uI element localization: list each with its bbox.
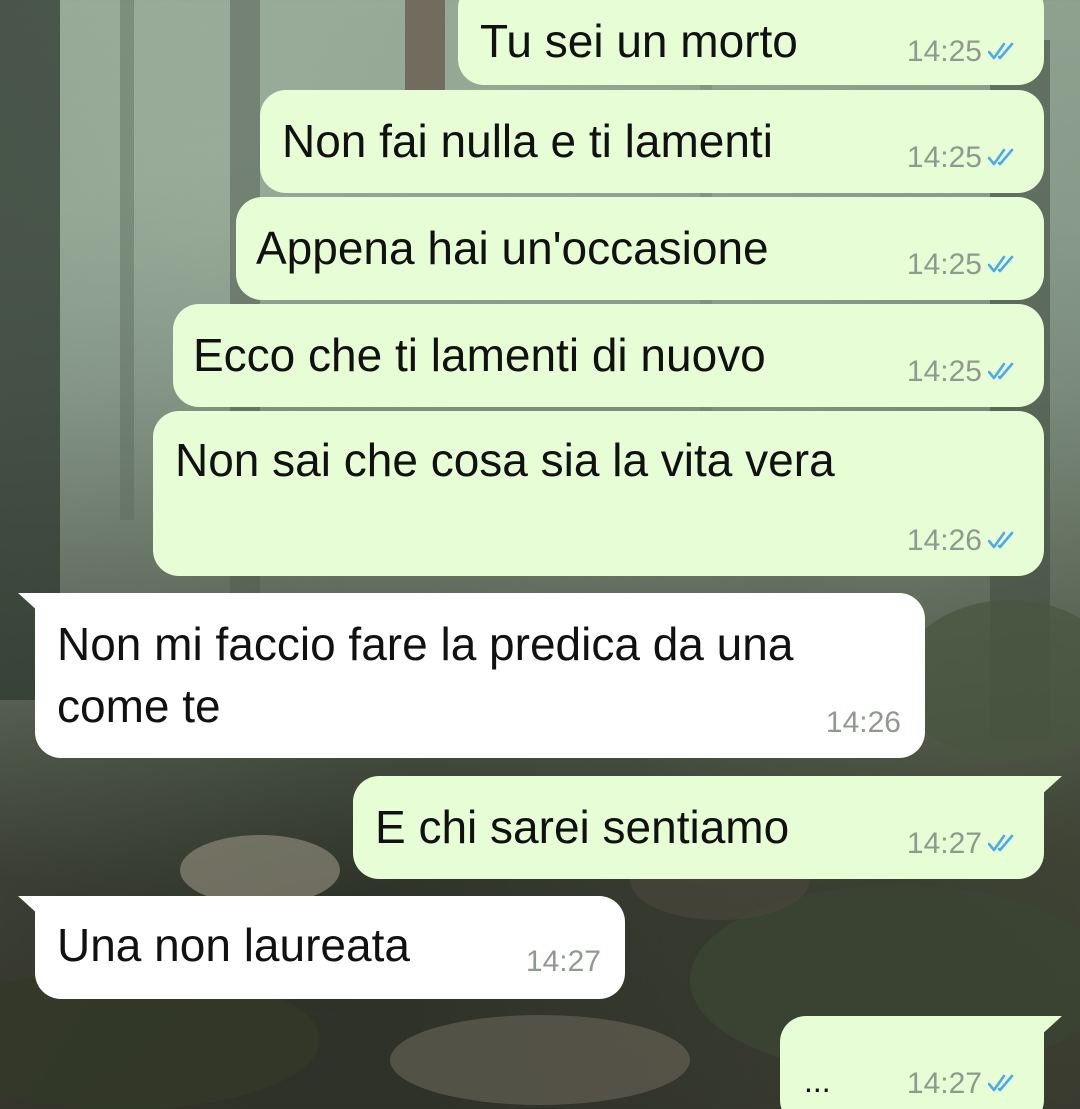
message-text: Appena hai un'occasione <box>256 222 769 274</box>
message-time: 14:26 <box>906 524 982 557</box>
read-double-check-icon <box>988 1074 1014 1092</box>
read-double-check-icon <box>988 362 1014 380</box>
outgoing-message[interactable]: Appena hai un'occasione 14:25 <box>236 197 1044 300</box>
read-double-check-icon <box>988 531 1014 549</box>
message-time: 14:25 <box>906 248 982 281</box>
incoming-message[interactable]: Non mi faccio fare la predica da una com… <box>35 593 925 758</box>
message-text: Non sai che cosa sia la vita vera <box>175 434 835 486</box>
message-time: 14:25 <box>906 141 982 174</box>
message-text: ... <box>804 1063 831 1099</box>
outgoing-message[interactable]: Ecco che ti lamenti di nuovo 14:25 <box>173 304 1044 407</box>
read-double-check-icon <box>988 834 1014 852</box>
message-text: E chi sarei sentiamo <box>375 801 790 853</box>
read-double-check-icon <box>988 148 1014 166</box>
message-meta: 14:25 <box>907 354 1018 390</box>
message-meta: 14:27 <box>526 944 601 980</box>
message-text: Non mi faccio fare la predica da una com… <box>57 618 794 732</box>
message-text: Ecco che ti lamenti di nuovo <box>193 329 766 381</box>
outgoing-message[interactable]: E chi sarei sentiamo 14:27 <box>353 776 1044 879</box>
message-time: 14:25 <box>906 355 982 388</box>
message-meta: 14:26 <box>907 523 1018 559</box>
message-time: 14:26 <box>825 706 901 739</box>
message-text: Non fai nulla e ti lamenti <box>282 115 773 167</box>
message-time: 14:27 <box>906 827 982 860</box>
message-meta: 14:25 <box>907 34 1018 70</box>
outgoing-message[interactable]: Non sai che cosa sia la vita vera 14:26 <box>153 411 1044 576</box>
message-text: Una non laureata <box>57 919 410 971</box>
incoming-message[interactable]: Una non laureata 14:27 <box>35 896 625 999</box>
message-meta: 14:27 <box>907 826 1018 862</box>
message-meta: 14:27 <box>907 1066 1018 1102</box>
read-double-check-icon <box>988 42 1014 60</box>
message-meta: 14:25 <box>907 247 1018 283</box>
message-time: 14:25 <box>906 35 982 68</box>
message-time: 14:27 <box>906 1067 982 1100</box>
read-double-check-icon <box>988 255 1014 273</box>
message-time: 14:27 <box>525 945 601 978</box>
outgoing-message[interactable]: Non fai nulla e ti lamenti 14:25 <box>260 90 1044 193</box>
message-text: Tu sei un morto <box>480 15 798 67</box>
message-meta: 14:26 <box>826 705 901 741</box>
message-meta: 14:25 <box>907 140 1018 176</box>
outgoing-message[interactable]: Tu sei un morto 14:25 <box>458 0 1044 85</box>
outgoing-message[interactable]: ... 14:27 <box>780 1016 1044 1109</box>
